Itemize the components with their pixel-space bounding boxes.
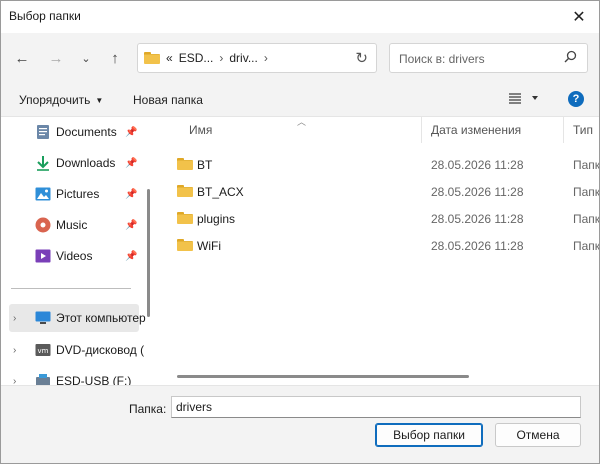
folder-icon [177, 212, 193, 227]
breadcrumb-drivers[interactable]: driv... [229, 51, 257, 65]
table-row[interactable]: plugins 28.05.2026 11:28 Папка [159, 205, 599, 232]
sidebar-item-label: DVD-дисковод ( [56, 343, 145, 357]
pin-icon[interactable]: 📌 [125, 251, 137, 262]
folder-icon [144, 52, 160, 64]
organize-button[interactable]: Упорядочить ▼ [19, 93, 103, 107]
arrow-up-icon[interactable]: ↑ [102, 45, 128, 71]
address-prefix[interactable]: « [166, 51, 173, 65]
dvd-drive-icon: vm [35, 342, 51, 358]
sidebar-item-label: Music [56, 218, 88, 232]
chevron-down-icon[interactable]: ⌄ [73, 45, 99, 71]
caret-down-icon: ▼ [95, 96, 104, 105]
usb-drive-icon [35, 373, 51, 385]
search-placeholder: Поиск в: drivers [399, 52, 485, 66]
title-bar: Выбор папки ✕ [1, 1, 599, 33]
table-row[interactable]: BT 28.05.2026 11:28 Папка [159, 151, 599, 178]
folder-name-field[interactable] [171, 396, 581, 418]
folder-field-label: Папка: [129, 402, 167, 416]
sidebar-item-music[interactable]: Music 📌 [1, 212, 147, 238]
new-folder-button[interactable]: Новая папка [133, 93, 203, 107]
file-type: Папка [573, 158, 599, 172]
pin-icon[interactable]: 📌 [125, 220, 137, 231]
folder-icon [177, 158, 193, 173]
file-date: 28.05.2026 11:28 [431, 185, 524, 199]
dialog-footer: Папка: Выбор папки Отмена [1, 385, 599, 463]
sidebar-item-label: Videos [56, 249, 93, 263]
file-name: BT_ACX [197, 185, 244, 199]
close-icon[interactable]: ✕ [567, 5, 591, 29]
sidebar-item-documents[interactable]: Documents 📌 [1, 119, 147, 145]
chevron-right-icon[interactable]: › [13, 345, 16, 356]
search-input[interactable]: Поиск в: drivers [389, 43, 588, 73]
sidebar-item-pictures[interactable]: Pictures 📌 [1, 181, 147, 207]
file-name: plugins [197, 212, 236, 226]
computer-icon [35, 310, 51, 326]
column-divider[interactable] [563, 117, 564, 143]
chevron-right-icon[interactable]: › [13, 313, 16, 324]
sidebar-item-label: Downloads [56, 156, 116, 170]
sidebar-item-dvd[interactable]: › vm DVD-дисковод ( [1, 337, 147, 363]
pin-icon[interactable]: 📌 [125, 158, 137, 169]
folder-icon [177, 185, 193, 200]
sidebar-scrollbar[interactable] [147, 189, 150, 317]
sidebar-item-label: ESD-USB (F:) [56, 374, 132, 385]
file-date: 28.05.2026 11:28 [431, 212, 524, 226]
sidebar-item-this-pc[interactable]: › Этот компьютер [1, 305, 147, 331]
sort-ascending-icon: ︿ [297, 117, 307, 127]
downloads-icon [35, 155, 51, 171]
pin-icon[interactable]: 📌 [125, 189, 137, 200]
window-title: Выбор папки [9, 9, 81, 23]
file-type: Папка [573, 239, 599, 253]
cancel-button[interactable]: Отмена [495, 423, 581, 447]
view-list-icon[interactable] [508, 91, 540, 108]
help-icon[interactable]: ? [568, 91, 584, 107]
sidebar-divider [11, 288, 131, 289]
file-name: WiFi [197, 239, 221, 253]
sidebar-item-label: Этот компьютер [56, 311, 146, 325]
table-row[interactable]: WiFi 28.05.2026 11:28 Папка [159, 232, 599, 259]
column-header-name[interactable]: Имя [189, 123, 212, 137]
sidebar-item-videos[interactable]: Videos 📌 [1, 243, 147, 269]
breadcrumb-separator[interactable]: › [264, 51, 268, 65]
address-bar[interactable]: « ESD... › driv... › ↻ [137, 43, 377, 73]
file-type: Папка [573, 212, 599, 226]
sidebar-item-downloads[interactable]: Downloads 📌 [1, 150, 147, 176]
documents-icon [35, 124, 51, 140]
command-bar: Упорядочить ▼ Новая папка ? [1, 83, 599, 117]
sidebar-item-label: Documents [56, 125, 117, 139]
file-date: 28.05.2026 11:28 [431, 239, 524, 253]
file-date: 28.05.2026 11:28 [431, 158, 524, 172]
videos-icon [35, 248, 51, 264]
arrow-right-icon[interactable]: → [43, 45, 69, 71]
file-name: BT [197, 158, 213, 172]
file-type: Папка [573, 185, 599, 199]
navigation-pane: Documents 📌 Downloads 📌 Pictures 📌 Music… [1, 117, 153, 385]
column-header-date[interactable]: Дата изменения [431, 123, 521, 137]
pictures-icon [35, 186, 51, 202]
column-divider[interactable] [421, 117, 422, 143]
folder-picker-dialog: Выбор папки ✕ ← → ⌄ ↑ « ESD... › driv...… [0, 0, 600, 464]
chevron-right-icon[interactable]: › [13, 376, 16, 386]
pin-icon[interactable]: 📌 [125, 127, 137, 138]
arrow-left-icon[interactable]: ← [9, 45, 35, 71]
organize-label: Упорядочить [19, 93, 91, 107]
navigation-bar: ← → ⌄ ↑ « ESD... › driv... › ↻ Поиск в: … [1, 33, 599, 83]
folder-icon [177, 239, 193, 254]
column-header-type[interactable]: Тип [573, 123, 593, 137]
music-icon [35, 217, 51, 233]
svg-text:vm: vm [38, 347, 49, 355]
search-icon[interactable] [564, 50, 577, 66]
select-folder-button[interactable]: Выбор папки [375, 423, 483, 447]
refresh-icon[interactable]: ↻ [355, 49, 368, 67]
sidebar-item-usb[interactable]: › ESD-USB (F:) [1, 368, 147, 385]
sidebar-item-label: Pictures [56, 187, 100, 201]
breadcrumb-separator[interactable]: › [219, 51, 223, 65]
table-row[interactable]: BT_ACX 28.05.2026 11:28 Папка [159, 178, 599, 205]
breadcrumb-esd[interactable]: ESD... [179, 51, 214, 65]
file-list: ︿ Имя Дата изменения Тип BT 28.05.2026 1… [159, 117, 599, 385]
horizontal-scrollbar[interactable] [177, 375, 469, 378]
